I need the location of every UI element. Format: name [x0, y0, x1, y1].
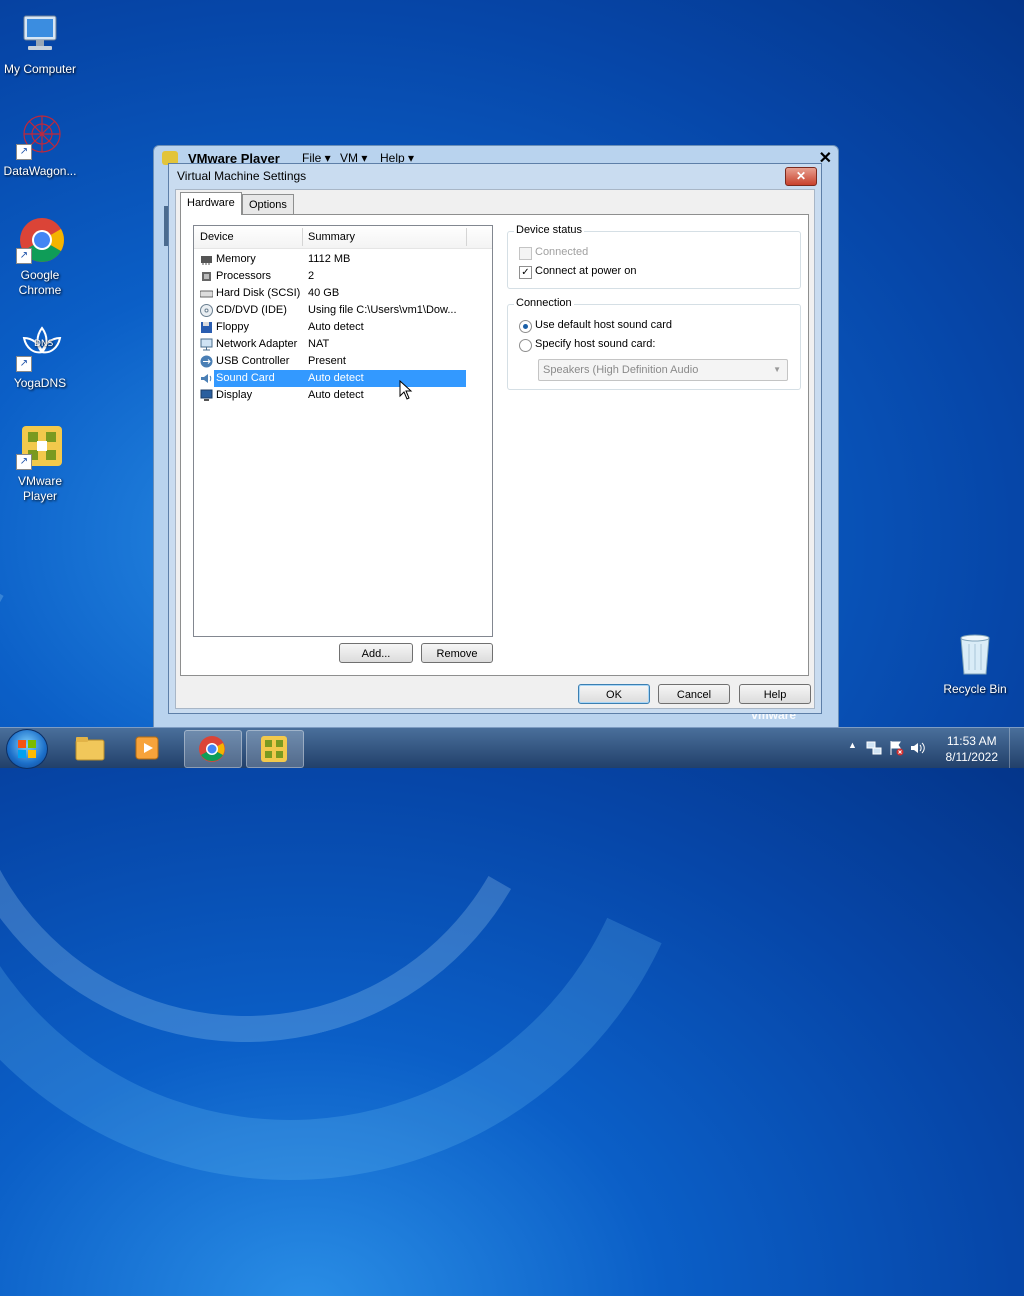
- device-row-sound-card[interactable]: Sound Card Auto detect: [198, 370, 466, 387]
- folder-icon: [75, 737, 105, 761]
- column-device[interactable]: Device: [200, 231, 234, 243]
- specify-sound-card-radio[interactable]: [519, 339, 532, 352]
- device-row-processors[interactable]: Processors 2: [198, 268, 466, 285]
- display-icon: [200, 389, 213, 401]
- taskbar-media-player[interactable]: [120, 730, 176, 766]
- desktop-icon-yogadns[interactable]: DNS ↗ YogaDNS: [0, 324, 80, 391]
- clock-time: 11:53 AM: [946, 734, 997, 748]
- device-row-memory[interactable]: Memory 1112 MB: [198, 251, 466, 268]
- memory-icon: [201, 256, 212, 265]
- shortcut-arrow-icon: ↗: [16, 454, 32, 470]
- device-row-floppy[interactable]: Floppy Auto detect: [198, 319, 466, 336]
- device-row-cd-dvd[interactable]: CD/DVD (IDE) Using file C:\Users\vm1\Dow.…: [198, 302, 466, 319]
- tab-hardware[interactable]: Hardware: [180, 192, 242, 215]
- connect-at-power-on-label: Connect at power on: [535, 265, 637, 277]
- desktop-icon-recycle-bin[interactable]: Recycle Bin: [935, 630, 1015, 697]
- device-row-usb-controller[interactable]: USB Controller Present: [198, 353, 466, 370]
- device-list-header: Device Summary: [194, 226, 492, 249]
- device-row-network-adapter[interactable]: Network Adapter NAT: [198, 336, 466, 353]
- clock[interactable]: 11:53 AM 8/11/2022: [946, 733, 999, 765]
- media-player-icon: [135, 736, 159, 760]
- show-desktop-button[interactable]: [1009, 728, 1024, 768]
- vmware-icon: [261, 736, 287, 762]
- ok-button[interactable]: OK: [578, 684, 650, 704]
- windows-logo-icon: [18, 740, 36, 758]
- help-button[interactable]: Help: [739, 684, 811, 704]
- device-row-hard-disk[interactable]: Hard Disk (SCSI) 40 GB: [198, 285, 466, 302]
- connection-label: Connection: [514, 297, 574, 309]
- dialog-title: Virtual Machine Settings: [177, 169, 307, 183]
- desktop-icon-google-chrome[interactable]: ↗ Google Chrome: [0, 216, 80, 298]
- cancel-button[interactable]: Cancel: [658, 684, 730, 704]
- shortcut-arrow-icon: ↗: [16, 144, 32, 160]
- shortcut-arrow-icon: ↗: [16, 248, 32, 264]
- sound-card-icon: [201, 374, 212, 383]
- start-button[interactable]: [6, 729, 48, 769]
- device-list[interactable]: Device Summary Memory 1112 MB Processors 2…: [193, 225, 493, 637]
- network-adapter-icon: [200, 338, 213, 351]
- dialog-close-button[interactable]: ✕: [785, 167, 817, 186]
- dialog-body: Hardware Options Device Summary Memory 11…: [175, 189, 815, 709]
- svg-text:DNS: DNS: [34, 339, 54, 349]
- device-row-display[interactable]: Display Auto detect: [198, 387, 466, 404]
- cd-icon: [200, 304, 213, 317]
- device-status-label: Device status: [514, 224, 585, 236]
- floppy-icon: [201, 322, 212, 333]
- device-status-group: Device status Connected ✓ Connect at pow…: [507, 224, 801, 289]
- action-center-icon[interactable]: [888, 740, 904, 756]
- chrome-icon: [199, 736, 225, 762]
- remove-device-button[interactable]: Remove: [421, 643, 493, 663]
- desktop-icon-vmware-player[interactable]: ↗ VMware Player: [0, 422, 80, 504]
- hardware-panel: Device Summary Memory 1112 MB Processors 2…: [180, 214, 809, 676]
- taskbar-explorer[interactable]: [62, 730, 118, 766]
- show-hidden-icons-icon[interactable]: ▲: [848, 740, 857, 750]
- connect-at-power-on-checkbox[interactable]: ✓: [519, 266, 532, 279]
- taskbar-vmware-player[interactable]: [246, 730, 304, 768]
- taskbar: ▲ 11:53 AM 8/11/2022: [0, 727, 1024, 769]
- vm-settings-dialog: Virtual Machine Settings ✕ Hardware Opti…: [168, 163, 822, 714]
- add-device-button[interactable]: Add...: [339, 643, 413, 663]
- clock-date: 8/11/2022: [945, 750, 999, 764]
- chrome-icon: ↗: [16, 216, 64, 264]
- processor-icon: [202, 272, 211, 281]
- recycle-bin-icon: [951, 630, 999, 678]
- mouse-cursor-icon: [399, 380, 413, 400]
- connection-group: Connection Use default host sound card S…: [507, 297, 801, 390]
- connected-checkbox[interactable]: [519, 247, 532, 260]
- tab-options[interactable]: Options: [242, 194, 294, 215]
- network-icon[interactable]: [866, 740, 882, 756]
- chevron-down-icon: ▼: [773, 365, 781, 374]
- taskbar-chrome[interactable]: [184, 730, 242, 768]
- computer-icon: [16, 10, 64, 58]
- datawagon-icon: ↗: [16, 112, 64, 160]
- hard-disk-icon: [200, 290, 213, 298]
- host-sound-card-select[interactable]: Speakers (High Definition Audio ▼: [538, 359, 788, 381]
- shortcut-arrow-icon: ↗: [16, 356, 32, 372]
- use-default-sound-card-label: Use default host sound card: [535, 319, 672, 331]
- usb-icon: [200, 355, 213, 368]
- column-summary[interactable]: Summary: [308, 231, 355, 243]
- system-tray: ▲ 11:53 AM 8/11/2022: [834, 728, 1024, 768]
- volume-icon[interactable]: [910, 740, 926, 756]
- use-default-sound-card-radio[interactable]: [519, 320, 532, 333]
- desktop-icon-datawagon[interactable]: ↗ DataWagon...: [0, 112, 80, 179]
- vmware-icon: ↗: [16, 422, 64, 470]
- yogadns-icon: DNS ↗: [16, 324, 64, 372]
- specify-sound-card-label: Specify host sound card:: [535, 338, 656, 350]
- connected-label: Connected: [535, 246, 589, 258]
- desktop-icon-my-computer[interactable]: My Computer: [0, 10, 80, 77]
